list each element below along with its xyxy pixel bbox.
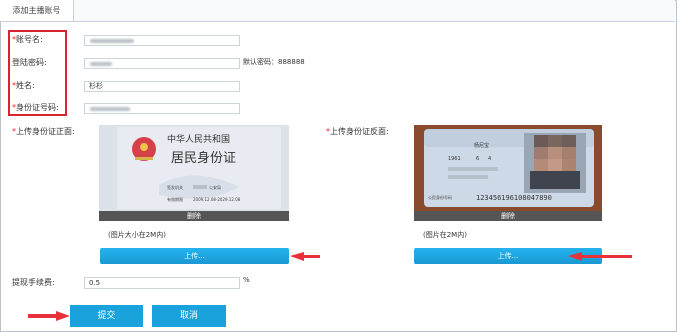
arrow-submit [28,311,70,321]
arrow-back-upload [568,252,632,261]
arrow-front-upload [290,252,320,261]
annotation-arrows [28,252,632,321]
